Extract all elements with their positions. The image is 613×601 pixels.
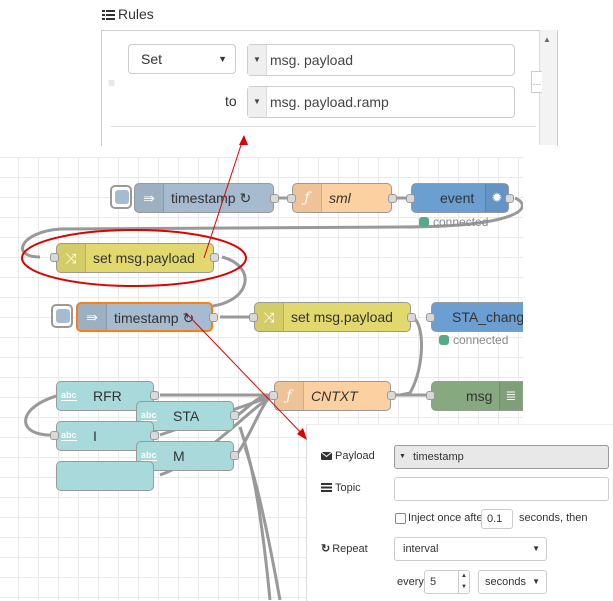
arrow-to-rules [203, 135, 245, 259]
arrow-to-inject-panel [185, 312, 307, 439]
arrowhead-up-icon [239, 135, 248, 145]
highlight-ellipse [21, 229, 247, 287]
annotation-overlay [21, 135, 307, 440]
